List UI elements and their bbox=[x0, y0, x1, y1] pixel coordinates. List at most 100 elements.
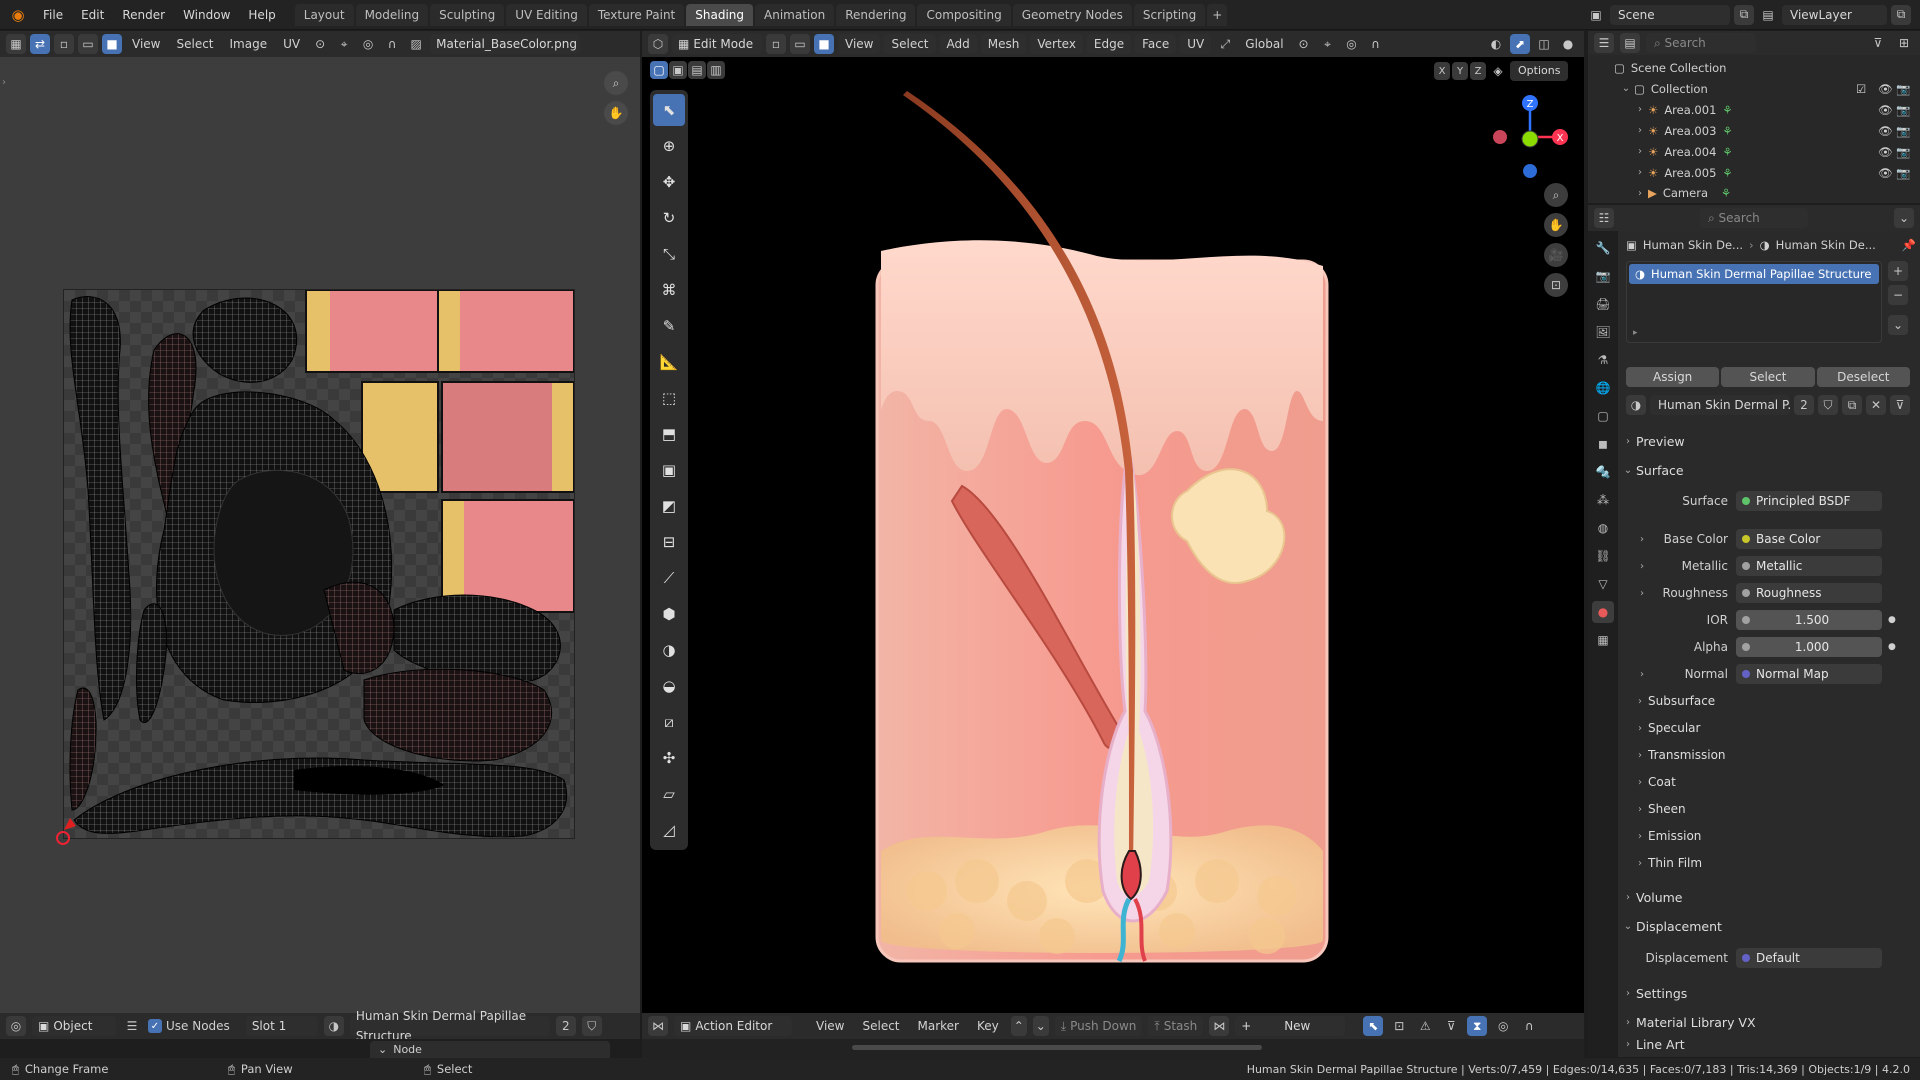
add-slot-button[interactable]: + bbox=[1888, 261, 1908, 281]
keyframe-dot-icon[interactable]: ● bbox=[1888, 615, 1896, 625]
add-cube-tool-icon[interactable]: ⬚ bbox=[653, 382, 685, 414]
unlink-material-icon[interactable]: ✕ bbox=[1866, 395, 1886, 415]
viewport-menu-edge[interactable]: Edge bbox=[1086, 34, 1132, 54]
image-selector[interactable]: Material_BaseColor.png bbox=[430, 34, 581, 54]
falloff-curve-icon[interactable]: ∩ bbox=[1366, 34, 1386, 54]
tab-layout[interactable]: Layout bbox=[294, 3, 354, 26]
display-mode-icon[interactable]: ▤ bbox=[1620, 33, 1640, 53]
new-viewlayer-icon[interactable]: ⧉ bbox=[1891, 4, 1911, 25]
chevron-right-icon[interactable]: › bbox=[1632, 146, 1648, 157]
filter-icon[interactable]: ⊽ bbox=[1868, 33, 1888, 53]
proportional-edit-icon[interactable]: ◎ bbox=[1342, 34, 1362, 54]
chevron-right-icon[interactable]: › bbox=[1632, 188, 1648, 199]
move-tool-icon[interactable]: ✥ bbox=[653, 166, 685, 198]
new-collection-icon[interactable]: ⊞ bbox=[1894, 33, 1914, 53]
menu-edit[interactable]: Edit bbox=[72, 8, 113, 22]
duplicate-material-icon[interactable]: ⧉ bbox=[1842, 395, 1862, 415]
mode-selector[interactable]: ▦ Edit Mode bbox=[672, 34, 762, 54]
proportional-icon[interactable]: ◎ bbox=[358, 34, 378, 54]
chevron-right-icon[interactable]: › bbox=[1632, 125, 1648, 136]
render-camera-icon[interactable]: 📷 bbox=[1896, 166, 1910, 180]
loop-cut-tool-icon[interactable]: ⊟ bbox=[653, 526, 685, 558]
remove-slot-button[interactable]: − bbox=[1888, 285, 1908, 305]
poly-build-tool-icon[interactable]: ⬢ bbox=[653, 598, 685, 630]
render-tab-icon[interactable]: 📷 bbox=[1592, 265, 1614, 287]
preview-panel-header[interactable]: › Preview bbox=[1620, 429, 1916, 453]
visibility-eye-icon[interactable]: 👁 bbox=[1878, 145, 1893, 159]
object-tab-icon[interactable]: ◼ bbox=[1592, 433, 1614, 455]
gizmo-toggle-icon[interactable]: ⬈ bbox=[1510, 34, 1530, 54]
snapping-icon[interactable]: ⌖ bbox=[1318, 34, 1338, 54]
outliner-item[interactable]: › ▶ Camera ⚘ bbox=[1588, 183, 1920, 203]
edge-slide-tool-icon[interactable]: ⧄ bbox=[653, 706, 685, 738]
lock-view-icon[interactable]: ⊡ bbox=[1544, 273, 1568, 297]
tab-geometry-nodes[interactable]: Geometry Nodes bbox=[1012, 3, 1132, 26]
vertex-mode-icon[interactable]: ▫ bbox=[766, 34, 786, 54]
slot-specials-button[interactable]: ⌄ bbox=[1888, 315, 1908, 335]
roughness-field[interactable]: Roughness bbox=[1736, 583, 1882, 603]
material-tab-icon[interactable]: ● bbox=[1592, 601, 1614, 623]
expand-list-icon[interactable]: ▸ bbox=[1633, 328, 1638, 338]
spin-tool-icon[interactable]: ◑ bbox=[653, 634, 685, 666]
render-camera-icon[interactable]: 📷 bbox=[1896, 82, 1910, 96]
collection-row[interactable]: ⌄ ▢ Collection ☑ 👁 📷 bbox=[1588, 78, 1920, 99]
particles-tab-icon[interactable]: ⁂ bbox=[1592, 489, 1614, 511]
chevron-right-icon[interactable]: › bbox=[1634, 561, 1650, 572]
node-tree-icon[interactable]: ⊽ bbox=[1890, 395, 1910, 415]
chevron-right-icon[interactable]: › bbox=[1634, 534, 1650, 545]
tab-rendering[interactable]: Rendering bbox=[836, 3, 916, 26]
use-nodes-checkbox-icon[interactable]: ✓ bbox=[148, 1019, 162, 1033]
scene-icon[interactable]: ▣ bbox=[1586, 5, 1606, 25]
material-library-panel-header[interactable]: › Material Library VX bbox=[1620, 1010, 1916, 1034]
auto-merge-icon[interactable]: ◈ bbox=[1488, 61, 1508, 81]
world-tab-icon[interactable]: 🌐 bbox=[1592, 377, 1614, 399]
new-scene-icon[interactable]: ⧉ bbox=[1734, 4, 1754, 25]
settings-panel-header[interactable]: › Settings bbox=[1620, 981, 1916, 1005]
shader-type-selector[interactable]: ▣ Object bbox=[32, 1016, 116, 1036]
viewlayer-icon[interactable]: ▤ bbox=[1758, 5, 1778, 25]
annotate-tool-icon[interactable]: ✎ bbox=[653, 310, 685, 342]
skin-cross-section-model[interactable] bbox=[867, 91, 1347, 971]
volume-panel-header[interactable]: › Volume bbox=[1620, 885, 1916, 909]
subsurface-panel[interactable]: › Subsurface bbox=[1620, 689, 1916, 713]
scale-tool-icon[interactable]: ⤡ bbox=[653, 238, 685, 270]
tab-uv-editing[interactable]: UV Editing bbox=[506, 3, 587, 26]
viewport-menu-face[interactable]: Face bbox=[1135, 34, 1177, 54]
image-menu-view[interactable]: View bbox=[126, 37, 166, 51]
smooth-tool-icon[interactable]: ◒ bbox=[653, 670, 685, 702]
select-extend-icon[interactable]: ▣ bbox=[669, 61, 687, 79]
use-nodes-toggle[interactable]: ✓ Use Nodes bbox=[148, 1019, 230, 1033]
shading-mode-icon[interactable]: ● bbox=[1558, 34, 1578, 54]
proportional-keys-icon[interactable]: ◎ bbox=[1493, 1016, 1513, 1036]
user-count-badge[interactable]: 2 bbox=[1794, 395, 1814, 415]
measure-tool-icon[interactable]: 📐 bbox=[653, 346, 685, 378]
chevron-right-icon[interactable]: › bbox=[1634, 588, 1650, 599]
blender-logo-icon[interactable]: ◉ bbox=[8, 5, 28, 25]
properties-options-icon[interactable]: ⌄ bbox=[1894, 208, 1914, 228]
properties-editor-icon[interactable]: ☷ bbox=[1594, 208, 1614, 228]
specular-panel[interactable]: › Specular bbox=[1620, 716, 1916, 740]
action-falloff-icon[interactable]: ∩ bbox=[1519, 1016, 1539, 1036]
shear-tool-icon[interactable]: ▱ bbox=[653, 778, 685, 810]
output-tab-icon[interactable]: 🖨 bbox=[1592, 293, 1614, 315]
surface-shader-field[interactable]: Principled BSDF bbox=[1736, 491, 1882, 511]
normal-field[interactable]: Normal Map bbox=[1736, 664, 1882, 684]
action-menu-select[interactable]: Select bbox=[856, 1019, 905, 1033]
view-layer-tab-icon[interactable]: 🖼 bbox=[1592, 321, 1614, 343]
uv-texture-canvas[interactable] bbox=[63, 289, 575, 839]
pivot-point-icon[interactable]: ⊙ bbox=[1294, 34, 1314, 54]
material-browse-icon[interactable]: ◑ bbox=[323, 1016, 344, 1036]
transform-orientation-icon[interactable]: ⤢ bbox=[1215, 34, 1235, 54]
footer-material-field[interactable]: Human Skin Dermal Papillae Structure bbox=[349, 1009, 550, 1043]
visibility-eye-icon[interactable]: 👁 bbox=[1878, 166, 1893, 180]
3d-viewport[interactable]: ⬡ ▦ Edit Mode ▫ ▭ ■ View Select Add Mesh… bbox=[642, 31, 1584, 1034]
image-menu-select[interactable]: Select bbox=[170, 37, 219, 51]
face-mode-icon[interactable]: ■ bbox=[814, 34, 834, 54]
new-action-button[interactable]: + New bbox=[1235, 1016, 1346, 1036]
menu-render[interactable]: Render bbox=[113, 8, 174, 22]
visibility-eye-icon[interactable]: 👁 bbox=[1878, 103, 1893, 117]
material-name-field[interactable]: Human Skin Dermal P... bbox=[1650, 395, 1790, 415]
viewport-menu-uv[interactable]: UV bbox=[1180, 34, 1212, 54]
rip-tool-icon[interactable]: ◿ bbox=[653, 814, 685, 846]
action-menu-view[interactable]: View bbox=[810, 1019, 850, 1033]
